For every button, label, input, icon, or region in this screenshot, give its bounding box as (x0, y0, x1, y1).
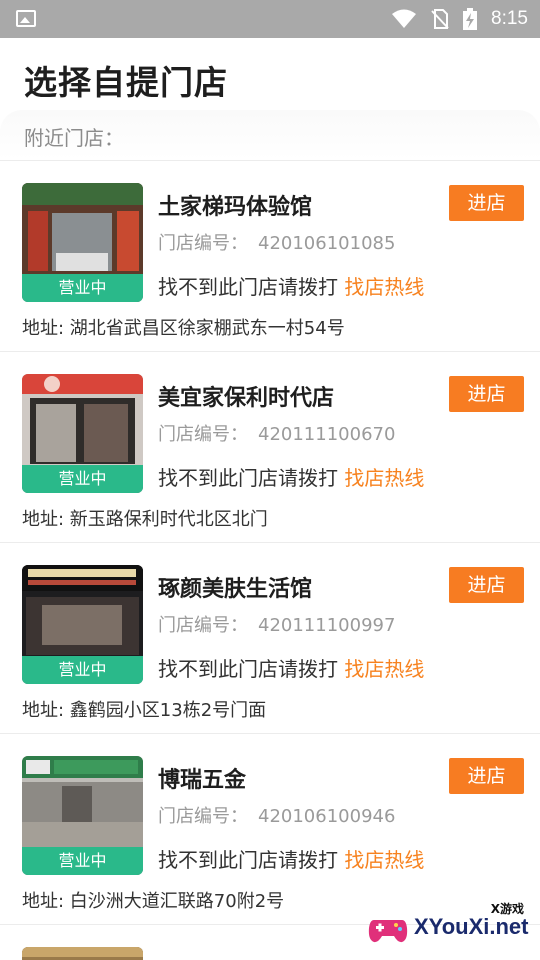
store-address: 地址: 湖北省武昌区徐家棚武东一村54号 (22, 318, 345, 339)
enter-store-button[interactable]: 进店 (449, 376, 524, 412)
hotline-link[interactable]: 找店热线 (344, 657, 424, 681)
storefront-image (22, 374, 143, 466)
store-card[interactable]: 营业中 琢颜美肤生活馆 门店编号： 420111100997 找不到此门店请拨打 … (0, 542, 540, 733)
store-name: 琢颜美肤生活馆 (158, 577, 313, 602)
store-code-row: 门店编号： 420106101085 (158, 229, 395, 255)
hotline-hint: 找不到此门店请拨打 找店热线 (158, 844, 424, 873)
status-badge: 营业中 (22, 465, 143, 493)
store-address: 地址: 鑫鹤园小区13栋2号门面 (22, 700, 267, 721)
store-name: 博瑞五金 (158, 768, 247, 793)
enter-store-button[interactable]: 进店 (449, 567, 524, 603)
wifi-icon (392, 9, 417, 28)
store-code-label: 门店编号： (158, 233, 248, 254)
hotline-hint-text: 找不到此门店请拨打 (158, 657, 338, 681)
store-code-row: 门店编号： 420111100997 (158, 611, 395, 637)
store-code-label: 门店编号： (158, 424, 248, 445)
store-card[interactable]: 营业中 博瑞五金 门店编号： 420106100946 找不到此门店请拨打 找店热… (0, 733, 540, 924)
nearby-label: 附近门店： (24, 126, 124, 150)
store-photo: 营业中 (22, 756, 143, 875)
enter-store-button[interactable]: 进店 (449, 185, 524, 221)
hotline-hint-text: 找不到此门店请拨打 (158, 848, 338, 872)
nearby-section-header: 附近门店： (0, 110, 540, 160)
hotline-hint: 找不到此门店请拨打 找店热线 (158, 653, 424, 682)
storefront-image (22, 565, 143, 657)
hotline-hint-text: 找不到此门店请拨打 (158, 466, 338, 490)
storefront-image (22, 756, 143, 848)
hotline-hint-text: 找不到此门店请拨打 (158, 275, 338, 299)
hotline-hint: 找不到此门店请拨打 找店热线 (158, 462, 424, 491)
store-name: 土家梯玛体验馆 (158, 195, 313, 220)
store-address: 地址: 新玉路保利时代北区北门 (22, 509, 268, 530)
hotline-link[interactable]: 找店热线 (344, 275, 424, 299)
status-badge: 营业中 (22, 274, 143, 302)
storefront-image (22, 947, 143, 960)
watermark-text: XYouXi.net (414, 914, 529, 939)
hotline-link[interactable]: 找店热线 (344, 466, 424, 490)
battery-charging-icon (463, 8, 478, 30)
site-watermark: X游戏 XYouXi.net (366, 900, 536, 954)
store-code: 420111100670 (258, 424, 396, 445)
store-code: 420106100946 (258, 806, 396, 827)
store-code-label: 门店编号： (158, 615, 248, 636)
hotline-link[interactable]: 找店热线 (344, 848, 424, 872)
store-code-row: 门店编号： 420106100946 (158, 802, 395, 828)
store-card[interactable]: 营业中 土家梯玛体验馆 门店编号： 420106101085 找不到此门店请拨打 … (0, 160, 540, 351)
store-code: 420106101085 (258, 233, 396, 254)
store-photo: 营业中 (22, 374, 143, 493)
gamepad-logo-icon (368, 920, 408, 943)
status-badge: 营业中 (22, 656, 143, 684)
store-code-label: 门店编号： (158, 806, 248, 827)
store-card[interactable]: 营业中 美宜家保利时代店 门店编号： 420111100670 找不到此门店请拨打… (0, 351, 540, 542)
storefront-image (22, 183, 143, 275)
store-name: 美宜家保利时代店 (158, 386, 335, 411)
store-photo: 营业中 (22, 565, 143, 684)
store-photo (22, 947, 143, 960)
store-photo: 营业中 (22, 183, 143, 302)
hotline-hint: 找不到此门店请拨打 找店热线 (158, 271, 424, 300)
store-code: 420111100997 (258, 615, 396, 636)
image-notification-icon (16, 10, 36, 27)
clock: 8:15 (491, 8, 528, 29)
status-badge: 营业中 (22, 847, 143, 875)
store-list: 营业中 土家梯玛体验馆 门店编号： 420106101085 找不到此门店请拨打 … (0, 160, 540, 960)
page-title: 选择自提门店 (24, 63, 228, 102)
status-bar: 8:15 (0, 0, 540, 38)
enter-store-button[interactable]: 进店 (449, 758, 524, 794)
store-address: 地址: 白沙洲大道汇联路70附2号 (22, 891, 285, 912)
no-sim-icon (431, 9, 449, 29)
store-code-row: 门店编号： 420111100670 (158, 420, 395, 446)
